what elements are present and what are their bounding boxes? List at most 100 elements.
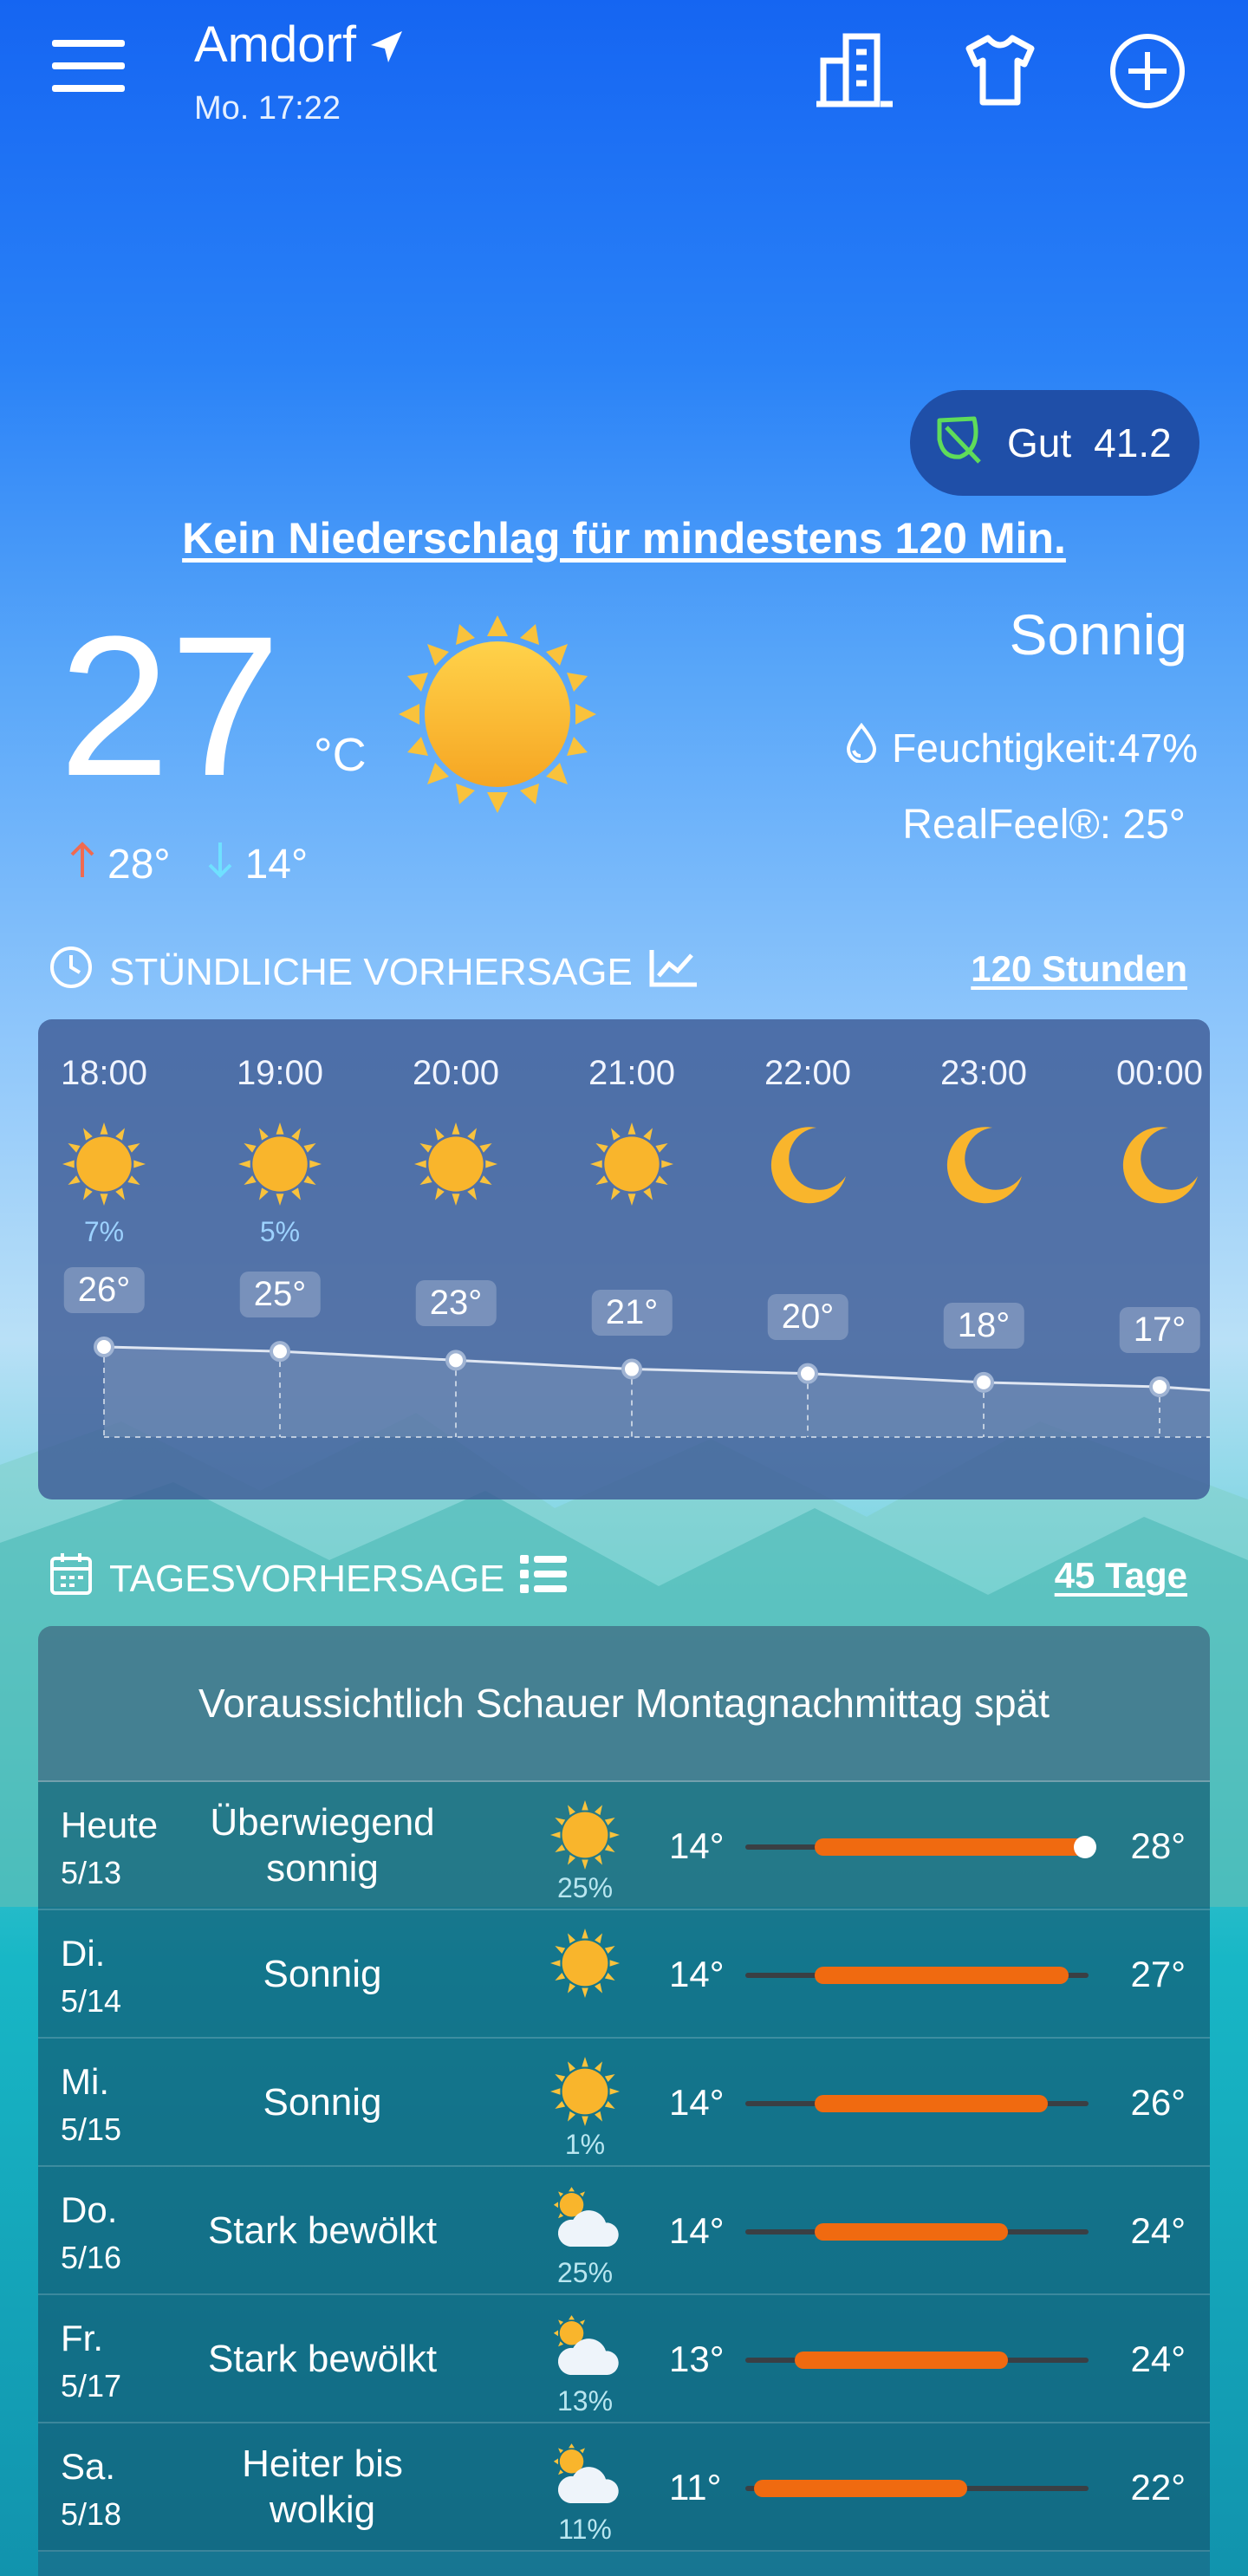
daily-condition: Stark bewölkt <box>207 2208 438 2252</box>
daily-date: 5/18 <box>61 2496 122 2532</box>
daily-day: Di. <box>61 1933 106 1974</box>
hourly-temp-label: 25° <box>239 1272 321 1318</box>
daily-low: 14° <box>669 2082 725 2123</box>
low-temperature: 14° <box>244 842 309 888</box>
humidity-text: Feuchtigkeit:47% <box>892 725 1198 771</box>
realfeel-temperature: RealFeel®: 25° <box>902 802 1186 848</box>
daily-row[interactable]: Do. 5/16 Stark bewölkt 25% 14° 24° <box>38 2167 1210 2295</box>
droplet-icon <box>845 722 878 772</box>
hourly-temperature-chart <box>94 1337 1210 1438</box>
building-button[interactable] <box>815 31 898 107</box>
temp-range-bar <box>745 1836 1096 1858</box>
hourly-temp-point <box>1149 1376 1170 1397</box>
hourly-temp-point <box>94 1337 114 1357</box>
hourly-temp-area <box>104 1347 1210 1437</box>
precipitation-notice[interactable]: Kein Niederschlag für mindestens 120 Min… <box>0 513 1248 563</box>
hourly-temp-label: 21° <box>591 1289 673 1336</box>
hourly-forecast-card[interactable]: 18:00 7% 19:00 5% 20:00 21:00 22:00 23:00 … <box>38 1019 1210 1499</box>
temp-range-bar <box>745 2480 1089 2497</box>
daily-date: 5/17 <box>61 2368 122 2404</box>
clothing-button[interactable] <box>964 33 1037 106</box>
daily-condition: Überwiegend sonnig <box>210 1801 435 1890</box>
humidity: Feuchtigkeit:47% <box>845 722 1198 772</box>
leaf-icon <box>934 413 985 473</box>
temp-range-bar <box>745 1967 1089 1984</box>
daily-high: 27° <box>1130 1954 1186 1994</box>
air-quality-label: Gut <box>1007 420 1072 465</box>
daily-summary: Voraussichtlich Schauer Montagnachmittag… <box>38 1626 1210 1782</box>
daily-day: Do. <box>61 2189 118 2230</box>
location-arrow-icon <box>367 29 404 66</box>
daily-day: Heute <box>61 1805 159 1845</box>
sun-icon <box>546 1924 624 2002</box>
daily-precip: 25% <box>556 1872 614 1903</box>
city-name[interactable]: Amdorf <box>194 16 356 74</box>
daily-row[interactable]: Fr. 5/17 Stark bewölkt 13% 13° 24° <box>38 2295 1210 2423</box>
hourly-temp-label: 18° <box>943 1302 1024 1349</box>
daily-condition: Stark bewölkt <box>207 2337 438 2380</box>
partly-cloudy-icon <box>546 2309 624 2387</box>
daily-high: 26° <box>1130 2082 1186 2123</box>
hourly-temp-point <box>621 1358 642 1380</box>
daily-row[interactable]: Mi. 5/15 Sonnig 1% 14° 26° <box>38 2039 1210 2167</box>
daily-date: 5/16 <box>61 2240 122 2275</box>
hourly-temp-label: 23° <box>415 1280 497 1327</box>
daily-high: 24° <box>1130 2210 1186 2251</box>
temp-range-fill <box>754 2480 968 2497</box>
temperature-unit: °C <box>314 729 367 781</box>
building-icon <box>816 33 893 107</box>
daily-precip: 11% <box>558 2514 612 2545</box>
daily-day: Mi. <box>61 2061 109 2102</box>
daily-date: 5/14 <box>61 1983 122 2019</box>
daily-low: 14° <box>669 1954 725 1994</box>
daily-section-title: TAGESVORHERSAGE <box>109 1557 505 1600</box>
high-low-temperature: 28° 14° <box>69 841 308 888</box>
daily-date: 5/13 <box>61 1855 122 1890</box>
daily-low: 14° <box>669 2210 725 2251</box>
temp-range-bar <box>745 2095 1089 2112</box>
daily-low: 13° <box>669 2339 725 2379</box>
daily-low: 14° <box>669 1825 725 1866</box>
hourly-120h-link[interactable]: 120 Stunden <box>971 948 1187 990</box>
temp-range-fill <box>814 2223 1008 2241</box>
hourly-temp-point <box>973 1371 994 1393</box>
daily-row[interactable]: Sa. 5/18 Heiter bis wolkig 11% 11° 22° <box>38 2423 1210 2552</box>
add-icon <box>1110 34 1185 108</box>
temp-range-bar <box>745 2223 1089 2241</box>
daily-high: 24° <box>1130 2339 1186 2379</box>
daily-forecast-card[interactable]: Voraussichtlich Schauer Montagnachmittag… <box>38 1626 1210 2576</box>
daily-condition: Sonnig <box>263 1952 382 1995</box>
daily-date: 5/15 <box>61 2111 122 2147</box>
sun-icon <box>546 1796 624 1874</box>
daily-precip: 13% <box>556 2385 614 2417</box>
menu-button[interactable] <box>52 40 132 101</box>
weather-condition: Sonnig <box>1009 602 1187 667</box>
list-view-icon[interactable] <box>520 1553 568 1604</box>
arrow-up-icon <box>69 841 95 888</box>
daily-45d-link[interactable]: 45 Tage <box>1055 1555 1187 1597</box>
daily-precip: 25% <box>556 2257 614 2288</box>
current-temp-dot <box>1074 1836 1096 1858</box>
calendar-icon <box>49 1551 94 1606</box>
hourly-temp-point <box>445 1350 466 1371</box>
partly-cloudy-icon <box>546 2437 624 2515</box>
add-location-button[interactable] <box>1109 33 1186 109</box>
daily-row[interactable]: Heute 5/13 Überwiegend sonnig 25% 14° 28… <box>38 1782 1210 1910</box>
air-quality-badge[interactable]: Gut 41.2 <box>910 390 1199 496</box>
hourly-temp-point <box>270 1341 290 1363</box>
partly-cloudy-icon <box>546 2181 624 2259</box>
daily-condition: Sonnig <box>263 2080 382 2124</box>
air-quality-value: 41.2 <box>1094 420 1172 465</box>
hourly-section-title: STÜNDLICHE VORHERSAGE <box>109 950 633 993</box>
daily-section-header: TAGESVORHERSAGE <box>49 1551 568 1606</box>
daily-day: Sa. <box>61 2446 116 2487</box>
temp-range-fill <box>794 2352 1008 2369</box>
clock-icon <box>49 945 94 999</box>
daily-day: Fr. <box>61 2318 103 2358</box>
temp-range-fill <box>814 1967 1069 1984</box>
daily-row[interactable]: Di. 5/14 Sonnig 14° 27° <box>38 1910 1210 2039</box>
temp-range-bar <box>745 2352 1089 2369</box>
daily-low: 11° <box>669 2467 722 2508</box>
chart-trend-icon[interactable] <box>648 946 699 998</box>
hourly-temp-label: 26° <box>63 1267 145 1313</box>
